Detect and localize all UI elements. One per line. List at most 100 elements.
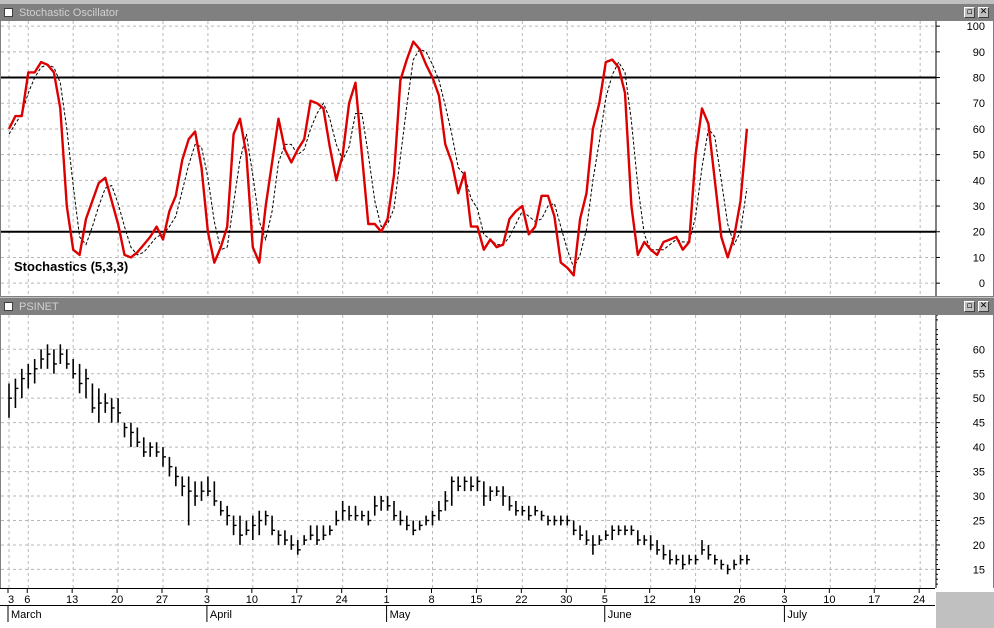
- price-bar: [226, 505, 231, 526]
- price-bar: [746, 554, 750, 565]
- price-bar: [78, 363, 83, 394]
- date-tick-label: 30: [560, 594, 572, 606]
- price-bar: [72, 359, 77, 379]
- month-label: June: [608, 609, 632, 621]
- price-bar: [675, 554, 680, 565]
- stochastic-label: Stochastics (5,3,3): [14, 259, 128, 274]
- price-bar: [200, 481, 205, 501]
- price-bar: [117, 398, 122, 423]
- close-button[interactable]: ✕: [978, 301, 989, 312]
- stochastic-y-tick-label: 80: [973, 73, 985, 85]
- price-bar: [341, 500, 346, 521]
- date-tick-label: 13: [66, 594, 78, 606]
- price-bar: [720, 559, 725, 570]
- price-bar: [8, 383, 12, 418]
- price-bar: [21, 368, 25, 399]
- price-bar: [296, 540, 301, 555]
- price-bar: [380, 496, 385, 511]
- price-bar: [258, 510, 263, 536]
- price-bar: [155, 442, 160, 457]
- stochastic-titlebar[interactable]: Stochastic Oscillator ▫ ✕: [1, 5, 993, 21]
- system-menu-icon[interactable]: [4, 302, 13, 311]
- price-bar: [649, 535, 654, 550]
- price-bar: [592, 535, 596, 555]
- month-label: April: [210, 609, 232, 621]
- stochastic-y-tick-label: 30: [973, 201, 985, 213]
- price-bar: [739, 554, 744, 565]
- price-bar: [46, 344, 51, 369]
- month-label: May: [390, 609, 411, 621]
- price-bar: [450, 476, 455, 506]
- price-bar: [502, 486, 507, 506]
- price-bar: [463, 476, 468, 492]
- price-bar: [406, 515, 410, 531]
- date-tick-label: 20: [111, 594, 123, 606]
- price-y-tick-label: 60: [973, 344, 985, 356]
- system-menu-icon[interactable]: [4, 8, 13, 17]
- stochastic-chart: 0 10 20 30 40 50 60 70 80 90 100 Stochastics (5,3,…: [1, 21, 985, 296]
- price-bar: [714, 554, 718, 565]
- restore-button[interactable]: ▫: [964, 301, 975, 312]
- price-bar: [98, 388, 102, 423]
- price-bar: [168, 456, 173, 477]
- date-axis: 3 6 13 20 27 3 10 17 24 1 8 15 22 30 5 12 19 26 3 10 17 24 Ma…: [0, 588, 994, 628]
- date-tick-label: 24: [913, 594, 925, 606]
- price-bar: [245, 520, 250, 536]
- price-bar: [547, 515, 551, 526]
- price-bar: [579, 525, 584, 541]
- date-tick-label: 3: [781, 594, 787, 606]
- date-tick-label: 6: [24, 594, 30, 606]
- price-bar: [470, 476, 474, 492]
- price-bar: [662, 544, 667, 560]
- price-bar: [53, 349, 57, 374]
- stochastic-y-tick-label: 70: [973, 98, 985, 110]
- price-bar: [630, 525, 635, 536]
- price-bar: [130, 422, 134, 448]
- stochastic-y-tick-label: 20: [973, 227, 985, 239]
- price-bar: [572, 520, 577, 536]
- price-bar: [348, 505, 353, 521]
- date-tick-label: 10: [246, 594, 258, 606]
- price-bar: [219, 500, 224, 516]
- price-bar: [309, 525, 314, 541]
- price-bar: [175, 466, 179, 487]
- price-bar: [316, 525, 320, 545]
- price-y-tick-label: 55: [973, 369, 985, 381]
- price-bar: [40, 349, 45, 369]
- stochastic-y-tick-label: 10: [973, 252, 985, 264]
- price-bar: [14, 378, 19, 408]
- price-bar: [232, 515, 237, 536]
- date-tick-label: 8: [428, 594, 434, 606]
- price-bar: [624, 525, 628, 536]
- psinet-titlebar[interactable]: PSINET ▫ ✕: [1, 299, 993, 315]
- scrollbar-corner: [936, 592, 994, 628]
- stochastic-y-tick-label: 40: [973, 175, 985, 187]
- date-tick-label: 19: [688, 594, 700, 606]
- price-y-tick-label: 20: [973, 540, 985, 552]
- price-bar: [386, 496, 391, 511]
- price-bar: [726, 564, 731, 575]
- price-bar: [489, 486, 494, 501]
- price-bar: [438, 500, 442, 521]
- restore-button[interactable]: ▫: [964, 7, 975, 18]
- price-bar: [181, 476, 186, 497]
- price-bar: [33, 359, 38, 384]
- price-bar: [643, 535, 648, 545]
- price-bar: [373, 496, 378, 516]
- price-bar: [213, 481, 218, 506]
- price-bar: [110, 398, 115, 423]
- month-label: March: [11, 609, 42, 621]
- close-button[interactable]: ✕: [978, 7, 989, 18]
- price-bar: [688, 554, 693, 565]
- psinet-window: PSINET ▫ ✕ 15 20 25 30 35 40 45 50 55 60: [0, 298, 994, 590]
- price-bar: [361, 510, 365, 521]
- price-bar: [399, 510, 404, 526]
- date-tick-label: 12: [644, 594, 656, 606]
- stochastic-y-tick-label: 100: [967, 21, 985, 33]
- price-bar: [335, 510, 340, 526]
- stochastic-y-tick-label: 60: [973, 124, 985, 136]
- price-bar: [585, 530, 590, 545]
- price-chart: 15 20 25 30 35 40 45 50 55 60: [1, 315, 985, 589]
- price-bar: [733, 559, 738, 570]
- price-bar: [27, 363, 32, 389]
